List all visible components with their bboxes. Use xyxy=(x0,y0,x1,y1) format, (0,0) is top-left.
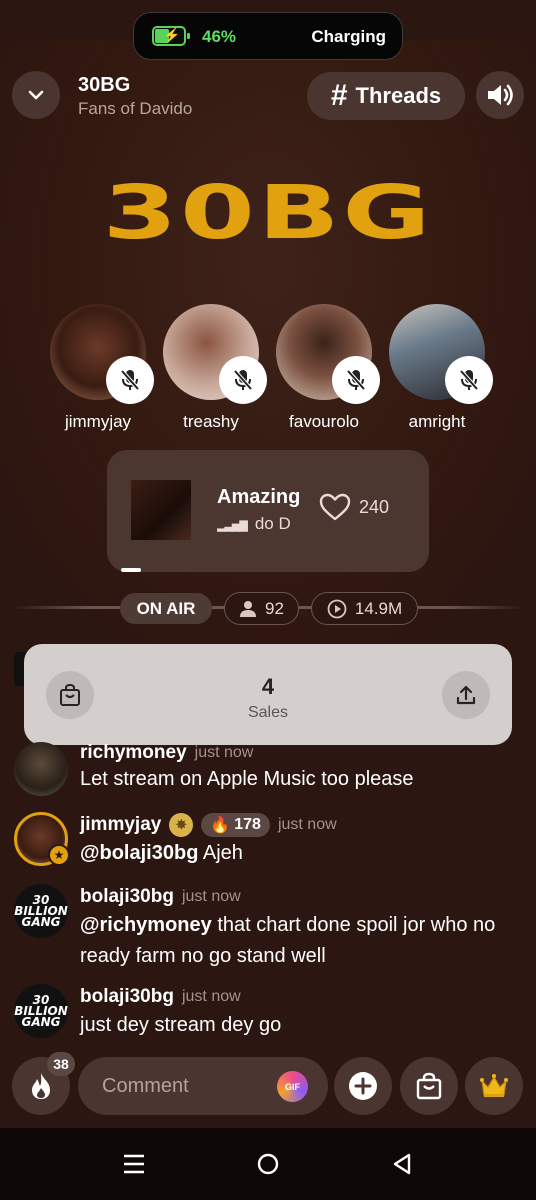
track-progress xyxy=(121,568,141,572)
chat-message: ★ jimmyjay ✸ 🔥 178 just now @bolaji30bg A… xyxy=(14,812,524,870)
upload-share-icon xyxy=(456,685,476,705)
shopping-bag-icon xyxy=(416,1072,442,1100)
recent-apps-button[interactable] xyxy=(104,1128,164,1200)
timestamp: just now xyxy=(181,988,241,1005)
speaker-jimmyjay[interactable]: jimmyjay xyxy=(43,304,154,432)
person-icon xyxy=(240,600,257,617)
home-circle-icon xyxy=(257,1153,279,1175)
play-circle-icon xyxy=(327,599,347,618)
timestamp: just now xyxy=(277,816,337,833)
avatar xyxy=(163,304,267,404)
threads-button[interactable]: # Threads xyxy=(307,72,465,120)
sales-card[interactable]: 4 Sales xyxy=(24,644,512,745)
speaker-name: favourolo xyxy=(289,412,359,431)
audio-bars-icon: ▂▃▅▇ xyxy=(217,520,248,532)
message-text: just dey stream dey go xyxy=(80,1014,282,1036)
mention[interactable]: @bolaji30bg xyxy=(80,842,198,864)
now-playing-card[interactable]: Amazing ▂▃▅▇ do D 240 xyxy=(107,450,429,572)
collapse-button[interactable] xyxy=(12,71,60,119)
on-air-badge: ON AIR xyxy=(120,593,212,624)
heart-icon xyxy=(319,493,351,521)
room-title: 30BG xyxy=(78,74,131,96)
room-subtitle: Fans of Davido xyxy=(78,99,193,118)
avatar[interactable]: 30 BILLION GANG xyxy=(14,984,68,1038)
speaker-amright[interactable]: amright xyxy=(382,304,493,432)
timestamp: just now xyxy=(194,744,254,761)
share-button[interactable] xyxy=(442,671,490,719)
message-text: @richymoney that chart done spoil jor wh… xyxy=(80,914,496,967)
speaker-volume-icon xyxy=(488,84,513,106)
battery-percent: 46% xyxy=(202,27,237,46)
fire-count-badge: 38 xyxy=(47,1052,75,1076)
crest-badge-icon: ✸ xyxy=(169,813,194,837)
comment-placeholder: Comment xyxy=(102,1074,189,1097)
avatar xyxy=(389,304,493,404)
hash-icon: # xyxy=(330,79,348,112)
mic-muted-icon xyxy=(106,356,154,404)
fire-icon: 🔥 xyxy=(210,817,231,834)
speaker-favourolo[interactable]: favourolo xyxy=(269,304,380,432)
username[interactable]: bolaji30bg xyxy=(80,986,174,1008)
crown-button[interactable] xyxy=(465,1057,523,1115)
avatar xyxy=(276,304,380,404)
track-artist: ▂▃▅▇ do D xyxy=(217,514,291,533)
mention[interactable]: @richymoney xyxy=(80,914,212,936)
mic-muted-icon xyxy=(445,356,493,404)
message-text: @bolaji30bg Ajeh xyxy=(80,842,243,864)
comment-input[interactable]: Comment GIF xyxy=(78,1057,328,1115)
battery-icon: ⚡ xyxy=(152,26,190,46)
speaker-name: amright xyxy=(408,412,466,431)
like-count: 240 xyxy=(359,496,390,517)
chevron-down-icon xyxy=(28,90,44,100)
chat-message: 30 BILLION GANG bolaji30bg just now just… xyxy=(14,984,524,1040)
crown-icon xyxy=(480,1074,508,1097)
room-logo: 30BG xyxy=(102,170,434,256)
play-count[interactable]: 14.9M xyxy=(311,592,418,625)
chat-message: richymoney just now Let stream on Apple … xyxy=(14,742,524,798)
timestamp: just now xyxy=(181,888,241,905)
shop-button[interactable] xyxy=(400,1057,458,1115)
message-text: Let stream on Apple Music too please xyxy=(80,768,414,790)
speaker-name: treashy xyxy=(183,412,239,431)
system-nav-bar xyxy=(0,1128,536,1200)
sound-button[interactable] xyxy=(476,71,524,119)
avatar[interactable]: 30 BILLION GANG xyxy=(14,884,68,938)
track-title: Amazing xyxy=(217,486,301,508)
username[interactable]: richymoney xyxy=(80,742,187,764)
home-button[interactable] xyxy=(238,1128,298,1200)
username[interactable]: bolaji30bg xyxy=(80,886,174,908)
back-triangle-icon xyxy=(393,1153,411,1175)
star-badge-icon: ★ xyxy=(48,844,70,866)
plus-circle-icon xyxy=(349,1072,377,1100)
listener-count[interactable]: 92 xyxy=(224,592,299,625)
speaker-treashy[interactable]: treashy xyxy=(156,304,267,432)
flame-icon xyxy=(32,1073,50,1099)
battery-status-pill: ⚡ 46% Charging xyxy=(133,12,403,60)
gif-button[interactable]: GIF xyxy=(277,1071,308,1102)
speaker-name: jimmyjay xyxy=(64,412,132,431)
username[interactable]: jimmyjay xyxy=(80,814,161,836)
threads-label: Threads xyxy=(355,83,442,108)
chat-message: 30 BILLION GANG bolaji30bg just now @ric… xyxy=(14,884,524,968)
avatar xyxy=(50,304,154,404)
avatar[interactable] xyxy=(14,742,68,796)
mic-muted-icon xyxy=(219,356,267,404)
back-button[interactable] xyxy=(372,1128,432,1200)
add-button[interactable] xyxy=(334,1057,392,1115)
fire-count-badge: 🔥 178 xyxy=(201,813,270,837)
sales-count: 4 xyxy=(261,674,275,699)
like-button[interactable]: 240 xyxy=(319,493,389,521)
album-art xyxy=(131,480,191,540)
mic-muted-icon xyxy=(332,356,380,404)
sales-label: Sales xyxy=(247,704,289,721)
charging-label: Charging xyxy=(311,27,386,46)
menu-lines-icon xyxy=(124,1154,144,1174)
